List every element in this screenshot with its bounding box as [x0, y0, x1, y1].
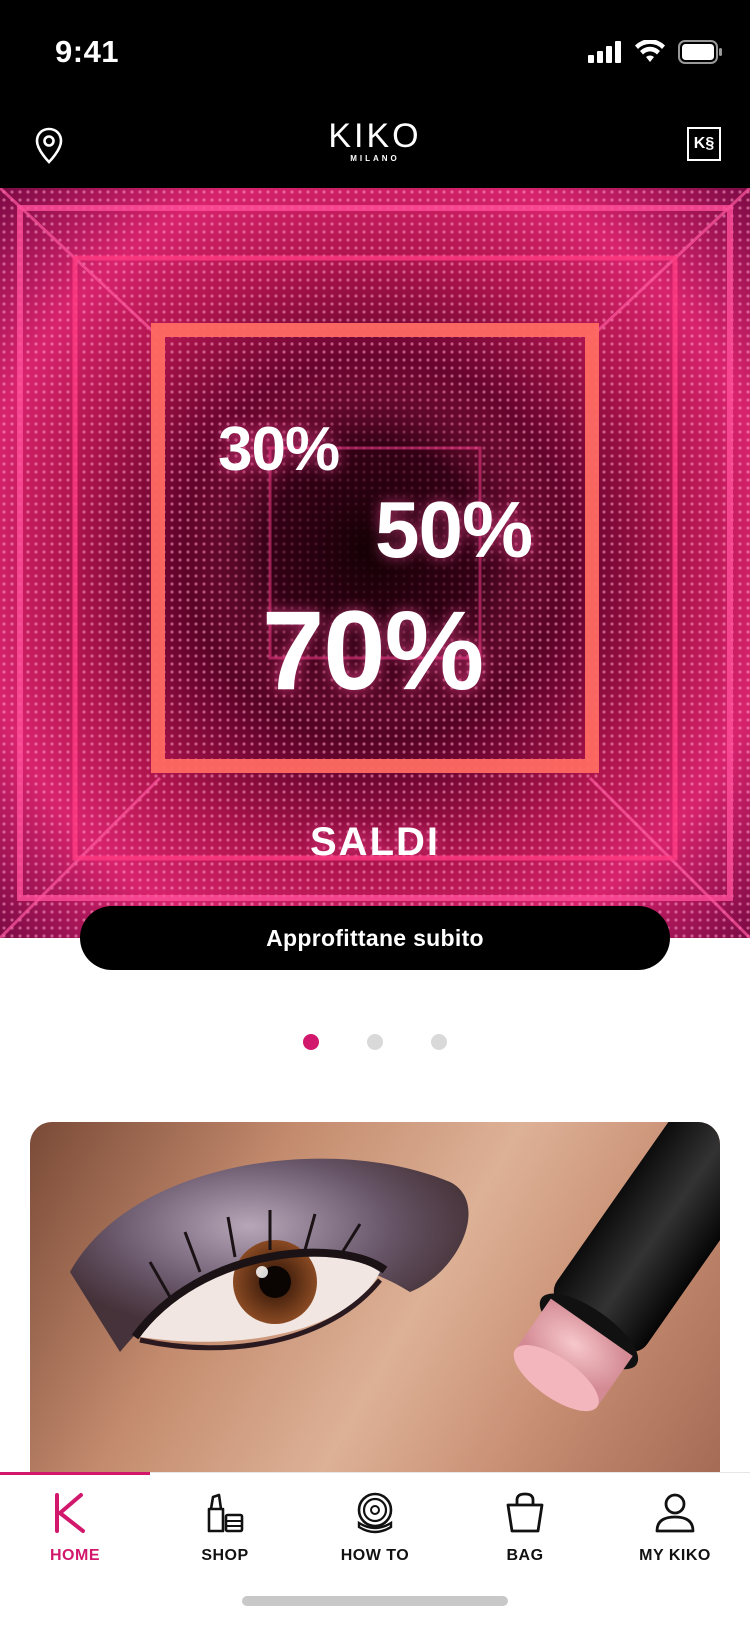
- tab-my-kiko[interactable]: MY KIKO: [600, 1473, 750, 1583]
- user-icon: [655, 1493, 695, 1533]
- brand-name: KIKO: [328, 117, 422, 155]
- tab-shop-label: SHOP: [201, 1547, 249, 1564]
- hero-banner[interactable]: 30% 50% 70% SALDI: [0, 188, 750, 938]
- app-header: KIKO MILANO K§: [0, 108, 750, 188]
- carousel-pagination: [0, 1034, 750, 1050]
- tab-home[interactable]: HOME: [0, 1473, 150, 1583]
- carousel-dot-3[interactable]: [431, 1034, 447, 1050]
- tab-how-to[interactable]: HOW TO: [300, 1473, 450, 1583]
- brand-subtitle: MILANO: [350, 154, 400, 163]
- kiko-logo[interactable]: KIKO MILANO: [328, 118, 421, 164]
- shopping-bag-icon: [506, 1492, 544, 1533]
- ks-badge-label: K§: [693, 135, 715, 152]
- kiko-k-icon: [55, 1493, 85, 1533]
- home-indicator[interactable]: [242, 1596, 508, 1606]
- status-icons: [588, 40, 724, 64]
- discount-50: 50%: [375, 485, 533, 574]
- status-time: 9:41: [55, 34, 120, 69]
- tab-bag-label: BAG: [506, 1547, 544, 1564]
- battery-icon: [678, 40, 722, 64]
- status-bar: 9:41: [0, 0, 750, 108]
- kiko-store-button[interactable]: K§: [687, 127, 721, 161]
- eye-makeup-image: [70, 1122, 720, 1412]
- discount-70: 70%: [262, 588, 484, 713]
- carousel-dot-1[interactable]: [303, 1034, 319, 1050]
- tab-list: HOME SHOP HOW TO BAG MY KIKO: [0, 1473, 750, 1583]
- tab-my-kiko-label: MY KIKO: [639, 1547, 711, 1564]
- compact-mirror-icon: [357, 1492, 393, 1534]
- hero-title: SALDI: [310, 820, 440, 864]
- tab-shop[interactable]: SHOP: [150, 1473, 300, 1583]
- tab-bag[interactable]: BAG: [450, 1473, 600, 1583]
- product-promo-card[interactable]: [30, 1122, 720, 1482]
- store-locator-pin-icon[interactable]: [34, 127, 64, 165]
- tab-how-to-label: HOW TO: [340, 1547, 410, 1564]
- lipstick-icon: [207, 1493, 244, 1533]
- discount-30: 30%: [218, 415, 340, 484]
- cellular-signal-icon: [588, 41, 621, 63]
- tab-home-label: HOME: [50, 1547, 100, 1564]
- carousel-dot-2[interactable]: [367, 1034, 383, 1050]
- cta-button[interactable]: Approfittane subito: [80, 906, 670, 970]
- wifi-icon: [635, 40, 665, 62]
